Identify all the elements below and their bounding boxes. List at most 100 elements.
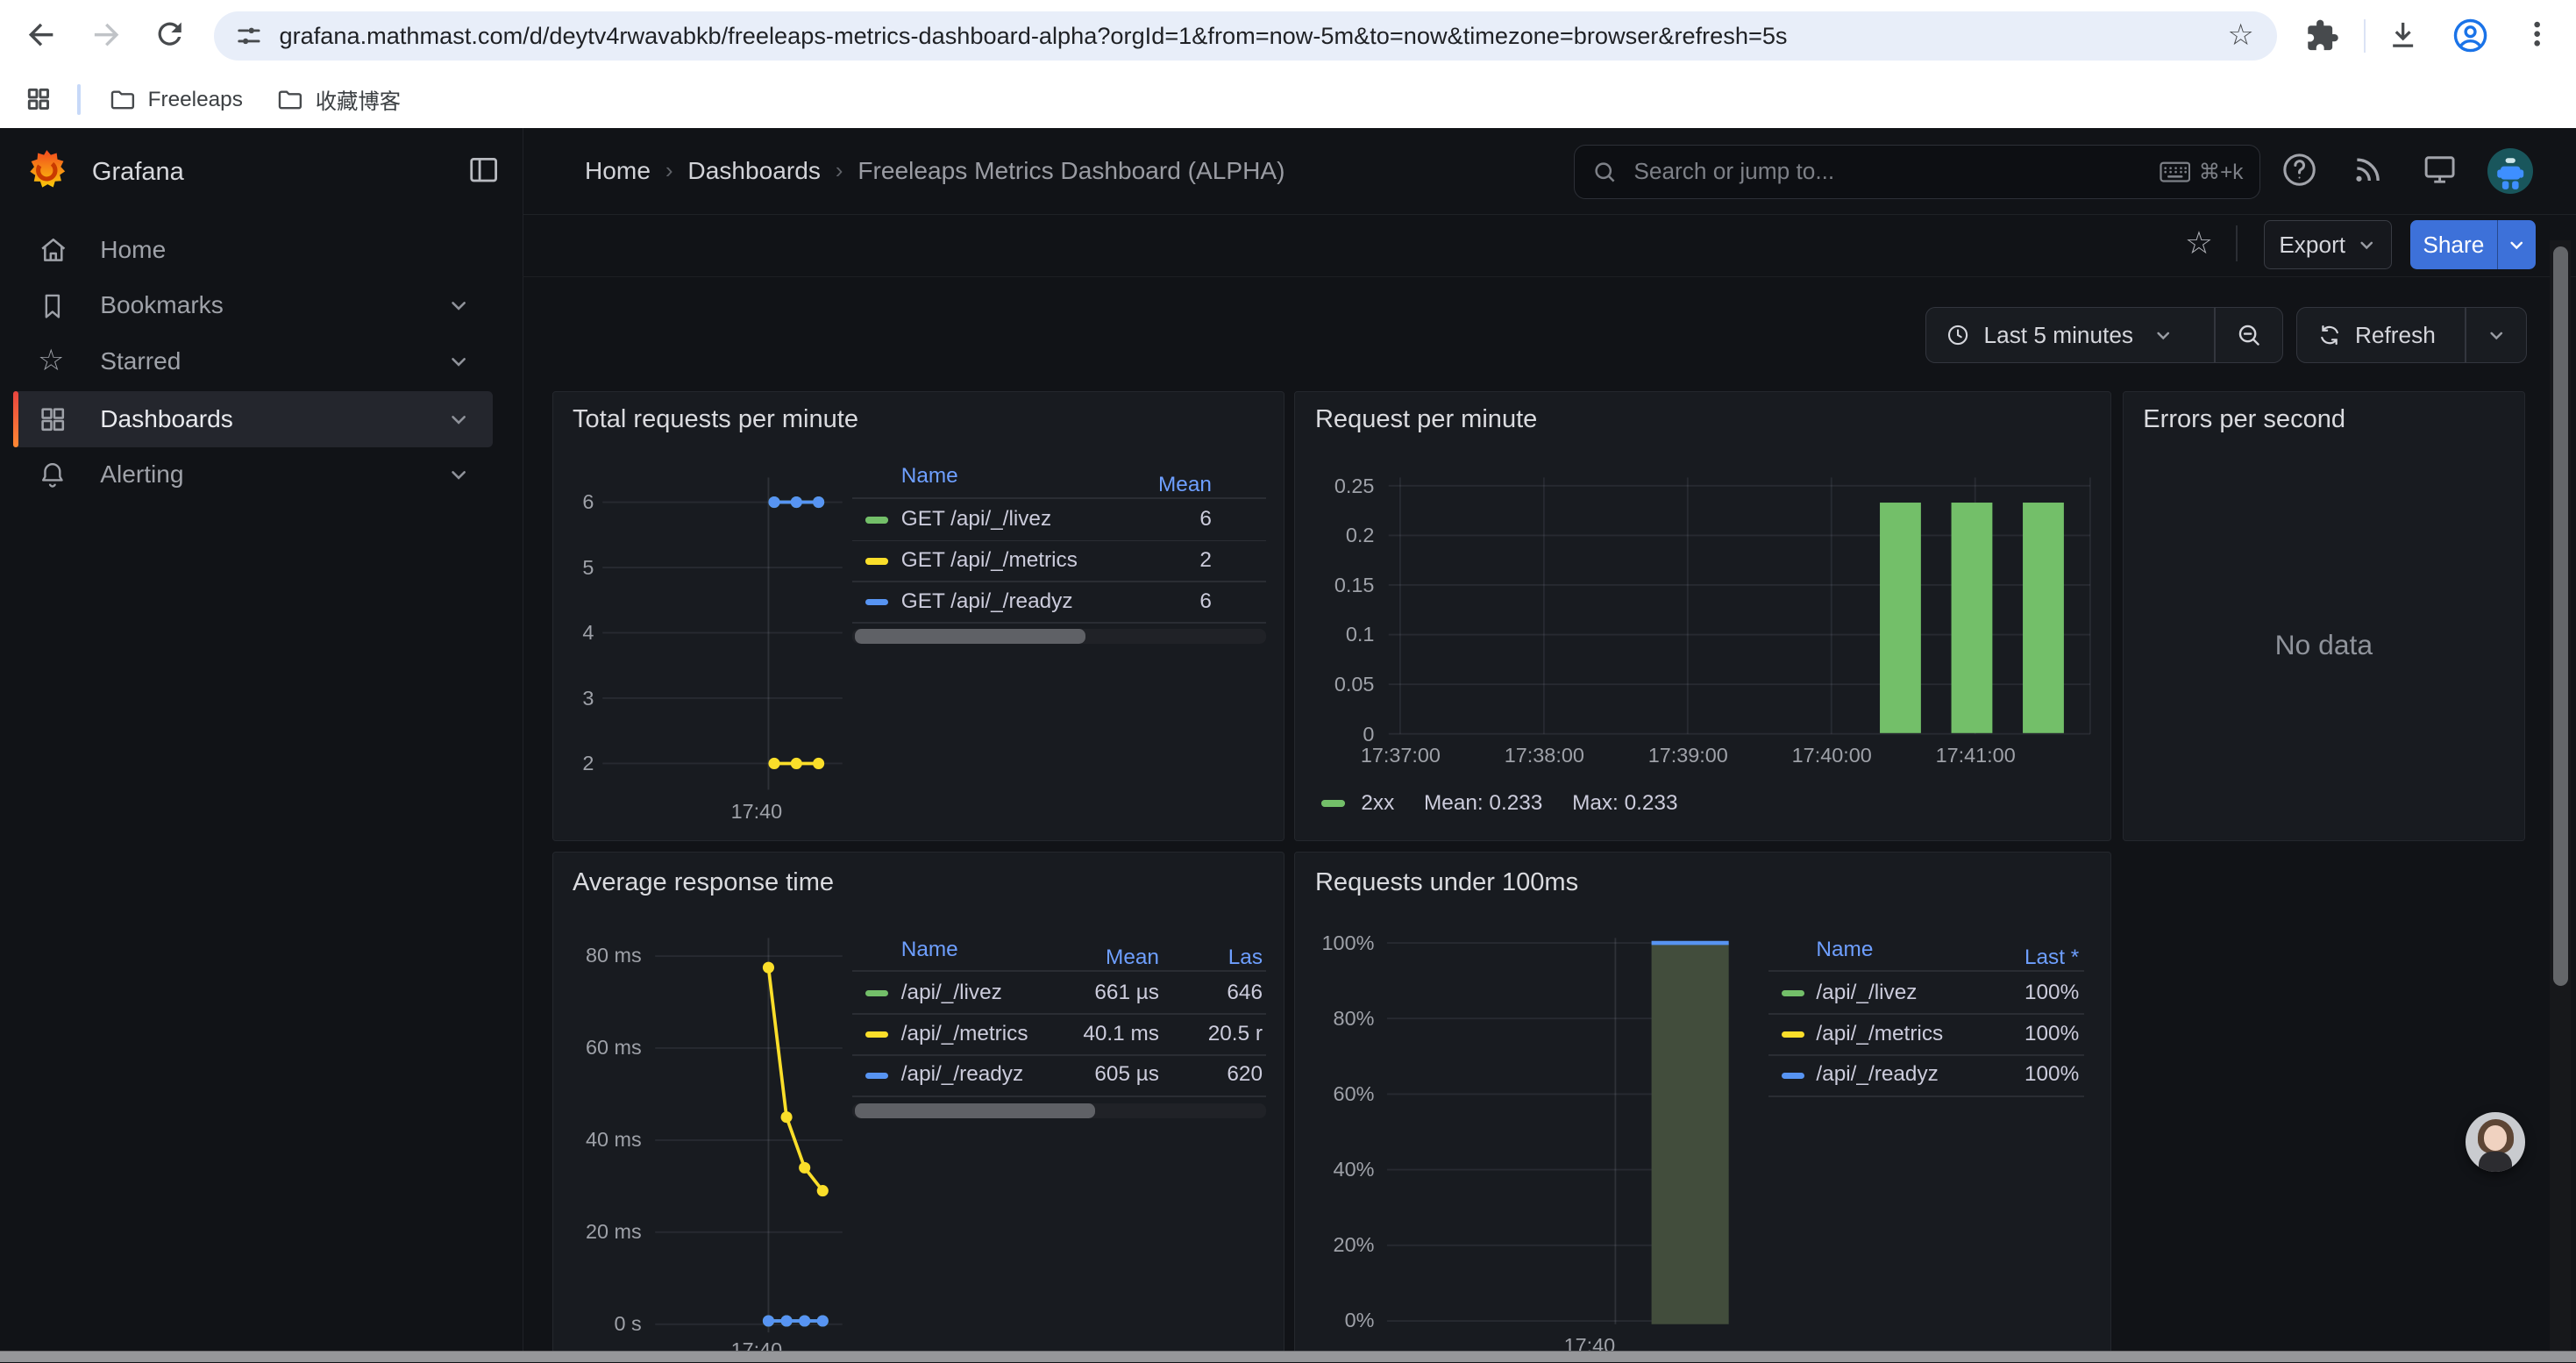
data-point <box>768 496 779 508</box>
user-avatar[interactable] <box>2487 148 2533 194</box>
refresh-button[interactable]: Refresh <box>2297 308 2465 362</box>
legend-scrollbar[interactable] <box>852 629 1266 644</box>
horizontal-scrollbar[interactable] <box>0 1351 2576 1362</box>
menu-kebab-icon[interactable] <box>2520 17 2554 51</box>
refresh-interval-dropdown[interactable] <box>2466 308 2525 362</box>
breadcrumb-home[interactable]: Home <box>585 157 651 185</box>
chevron-down-icon <box>2487 325 2506 345</box>
axis-tick-label: 3 <box>553 687 594 710</box>
legend-row[interactable]: /api/_/livez 661 µs 646 <box>852 972 1266 1013</box>
reload-icon[interactable] <box>153 17 187 51</box>
breadcrumb: Home › Dashboards › Freeleaps Metrics Da… <box>585 128 1285 213</box>
legend-row[interactable]: /api/_/livez 100% <box>1768 972 2084 1013</box>
series-color-dash <box>865 599 888 605</box>
panel-total-requests[interactable]: Total requests per minute 6543217:40 Nam… <box>552 391 1285 841</box>
axis-tick-label: 40 ms <box>553 1128 642 1151</box>
chevron-down-icon[interactable] <box>447 408 470 431</box>
data-point <box>799 1161 810 1173</box>
legend-row[interactable]: /api/_/metrics 40.1 ms 20.5 r <box>852 1013 1266 1054</box>
download-icon[interactable] <box>2386 18 2420 53</box>
panel-avg-response-time[interactable]: Average response time 80 ms60 ms40 ms20 … <box>552 852 1285 1363</box>
panel-requests-under-100ms[interactable]: Requests under 100ms 100%80%60%40%20%0%1… <box>1294 852 2110 1363</box>
bookmark-folder-blogs[interactable]: 收藏博客 <box>263 79 414 122</box>
forward-icon[interactable] <box>89 17 125 53</box>
help-icon[interactable] <box>2281 151 2318 189</box>
site-info-icon[interactable] <box>235 22 263 50</box>
clock-icon <box>1946 323 1970 347</box>
monitor-icon[interactable] <box>2422 151 2458 187</box>
search-input[interactable] <box>1631 156 2160 187</box>
bookmark-star-icon[interactable]: ☆ <box>2227 21 2253 51</box>
breadcrumb-current: Freeleaps Metrics Dashboard (ALPHA) <box>857 157 1284 185</box>
extensions-icon[interactable] <box>2305 18 2339 53</box>
favorite-star-icon[interactable]: ☆ <box>2185 225 2213 261</box>
legend-col-last[interactable]: Las <box>1228 946 1263 970</box>
legend-row[interactable]: /api/_/readyz 100% <box>1768 1054 2084 1095</box>
series-color-dash <box>865 1031 888 1038</box>
axis-tick-label: 17:39:00 <box>1619 744 1757 767</box>
legend-row[interactable]: /api/_/metrics 100% <box>1768 1013 2084 1054</box>
chevron-down-icon[interactable] <box>447 350 470 373</box>
time-range-picker[interactable]: Last 5 minutes <box>1926 308 2214 362</box>
legend-scrollbar[interactable] <box>852 1103 1266 1118</box>
legend-row[interactable]: GET /api/_/livez 6 <box>852 499 1266 540</box>
series-color-dash <box>1782 1073 1804 1079</box>
sidebar-item-alerting[interactable]: Alerting <box>13 447 493 503</box>
series-name: GET /api/_/readyz <box>901 589 1073 614</box>
breadcrumb-separator: › <box>651 157 687 184</box>
chevron-down-icon[interactable] <box>447 294 470 317</box>
series-name: /api/_/readyz <box>1816 1062 1938 1087</box>
collapse-sidebar-icon[interactable] <box>466 153 501 187</box>
legend-row[interactable]: /api/_/readyz 605 µs 620 <box>852 1054 1266 1095</box>
panel-errors-per-second[interactable]: Errors per second No data <box>2123 391 2525 841</box>
sidebar-item-label: Bookmarks <box>100 291 224 319</box>
panel-request-per-minute[interactable]: Request per minute 0.250.20.150.10.05017… <box>1294 391 2110 841</box>
share-dropdown-button[interactable] <box>2497 220 2536 269</box>
legend-col-last[interactable]: Last * <box>2025 946 2079 970</box>
scrollbar-thumb[interactable] <box>2553 246 2568 986</box>
share-button[interactable]: Share <box>2410 220 2497 269</box>
sidebar-item-starred[interactable]: ☆ Starred <box>13 333 493 389</box>
axis-tick-label: 80% <box>1295 1007 1374 1030</box>
url-input[interactable] <box>280 22 2228 50</box>
sidebar-item-bookmarks[interactable]: Bookmarks <box>13 278 493 334</box>
series-color-dash <box>865 517 888 523</box>
profile-icon[interactable] <box>2451 17 2489 54</box>
zoom-out-button[interactable] <box>2216 308 2283 362</box>
assistant-avatar[interactable] <box>2466 1112 2524 1171</box>
toolbar-divider <box>2364 19 2366 52</box>
legend-col-name[interactable]: Name <box>901 464 958 489</box>
vertical-scrollbar[interactable] <box>2550 240 2571 1352</box>
chevron-down-icon <box>2507 235 2526 254</box>
axis-tick-label: 20 ms <box>553 1220 642 1243</box>
legend-col-mean[interactable]: Mean <box>1106 946 1159 970</box>
panel-title[interactable]: Errors per second <box>2143 405 2345 434</box>
sidebar: Grafana Home Bookmarks ☆ Starred Dashboa… <box>0 128 523 1362</box>
time-range-label: Last 5 minutes <box>1984 322 2134 349</box>
legend-col-name[interactable]: Name <box>1816 938 1873 962</box>
folder-icon <box>109 86 137 114</box>
grafana-logo[interactable] <box>25 148 69 193</box>
url-bar[interactable]: ☆ <box>214 11 2277 61</box>
brand-name: Grafana <box>92 158 184 187</box>
bookmarks-bar: Freeleaps 收藏博客 <box>0 72 2576 129</box>
legend-row[interactable]: GET /api/_/readyz 6 <box>852 581 1266 622</box>
sidebar-item-dashboards[interactable]: Dashboards <box>13 391 493 447</box>
back-icon[interactable] <box>23 17 59 53</box>
axis-tick-label: 17:40 <box>708 800 806 823</box>
legend-col-mean[interactable]: Mean <box>1158 473 1212 497</box>
export-button[interactable]: Export <box>2264 220 2392 269</box>
legend-row[interactable]: GET /api/_/metrics 2 <box>852 540 1266 582</box>
rss-icon[interactable] <box>2351 153 2385 187</box>
breadcrumb-separator: › <box>821 157 857 184</box>
search-box[interactable]: ⌘+k <box>1574 145 2260 199</box>
axis-tick-label: 0.2 <box>1295 524 1374 546</box>
legend-col-name[interactable]: Name <box>901 938 958 962</box>
chevron-down-icon[interactable] <box>447 463 470 486</box>
apps-grid-icon[interactable] <box>25 85 53 113</box>
sidebar-item-home[interactable]: Home <box>13 222 493 278</box>
bookmark-folder-freeleaps[interactable]: Freeleaps <box>96 79 256 122</box>
legend-inline[interactable]: 2xx Mean: 0.233 Max: 0.233 <box>1321 791 1677 816</box>
breadcrumb-dashboards[interactable]: Dashboards <box>687 157 820 185</box>
data-point <box>762 1315 773 1326</box>
